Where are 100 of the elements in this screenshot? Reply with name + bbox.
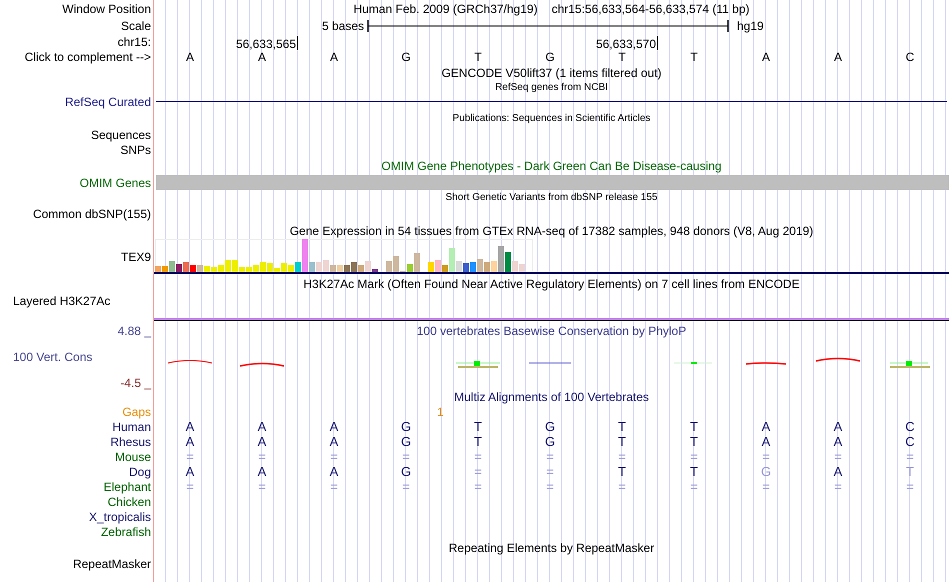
aligned-base: = (330, 450, 338, 463)
aligned-base: A (186, 435, 194, 448)
aligned-base: G (400, 435, 412, 448)
species-label[interactable]: Rhesus (110, 436, 151, 448)
track-label[interactable]: Sequences (90, 128, 151, 140)
species-label[interactable]: Chicken (108, 496, 151, 508)
base-letter[interactable]: A (186, 51, 194, 63)
aligned-base: G (544, 435, 556, 448)
aligned-base: A (258, 420, 266, 433)
aligned-base: = (906, 450, 914, 463)
track-label[interactable]: RefSeq Curated (64, 96, 151, 108)
aligned-base: = (834, 480, 842, 493)
track-title: Short Genetic Variants from dbSNP release 155 (446, 193, 658, 203)
track-label[interactable]: RepeatMasker (72, 558, 151, 570)
aligned-base: = (618, 480, 626, 493)
track-label[interactable]: TEX9 (120, 250, 151, 262)
aligned-base: = (762, 450, 770, 463)
scale-assembly: hg19 (737, 20, 764, 32)
aligned-base: = (258, 480, 266, 493)
aligned-base: = (762, 480, 770, 493)
aligned-base: T (690, 435, 698, 448)
aligned-base: A (258, 465, 266, 478)
aligned-base: = (618, 450, 626, 463)
aligned-base: A (762, 420, 770, 433)
track-label[interactable]: OMIM Genes (80, 176, 151, 188)
base-letter[interactable]: T (474, 51, 482, 63)
track-title: Repeating Elements by RepeatMasker (448, 542, 654, 554)
aligned-base: A (186, 465, 194, 478)
track-label[interactable]: chr15: (118, 36, 151, 48)
aligned-base: C (905, 435, 915, 448)
base-letter[interactable]: C (906, 51, 914, 63)
track-label[interactable]: Common dbSNP(155) (32, 208, 151, 220)
aligned-base: G (400, 420, 412, 433)
aligned-base: = (186, 480, 194, 493)
aligned-base: = (330, 480, 338, 493)
species-label[interactable]: Dog (128, 466, 151, 478)
track-label[interactable]: Scale (120, 20, 151, 32)
aligned-base: = (546, 465, 554, 478)
aligned-base: = (834, 450, 842, 463)
aligned-base: A (330, 465, 338, 478)
base-letter[interactable]: T (690, 51, 698, 63)
aligned-base: G (544, 420, 556, 433)
aligned-base: = (474, 480, 482, 493)
track-title: OMIM Gene Phenotypes - Dark Green Can Be Disease-causing (381, 160, 722, 172)
aligned-base: C (905, 420, 915, 433)
aligned-base: = (186, 450, 194, 463)
track-title: 100 vertebrates Basewise Conservation by PhyloP (416, 325, 686, 337)
scale-length: 5 bases (322, 20, 364, 32)
track-label[interactable]: 100 Vert. Cons (13, 351, 92, 363)
position-tick: 56,633,565 (236, 36, 298, 50)
track-title: RefSeq genes from NCBI (495, 82, 608, 92)
track-title: GENCODE V50lift37 (1 items filtered out) (441, 66, 662, 78)
track-title: Publications: Sequences in Scientific Articles (452, 114, 650, 124)
aligned-base: = (546, 480, 554, 493)
aligned-base: A (834, 420, 842, 433)
species-label[interactable]: Mouse (114, 450, 151, 462)
aligned-base: = (690, 480, 698, 493)
aligned-base: = (402, 480, 410, 493)
position-tick: 56,633,570 (596, 36, 658, 50)
position-range: chr15:56,633,564-56,633,574 (11 bp) (552, 2, 750, 14)
species-label[interactable]: X_tropicalis (88, 510, 151, 522)
aligned-base: G (400, 465, 412, 478)
aligned-base: A (762, 435, 770, 448)
aligned-base: = (690, 450, 698, 463)
base-letter[interactable]: G (401, 51, 411, 63)
aligned-base: T (618, 420, 626, 433)
base-letter[interactable]: T (618, 51, 626, 63)
base-letter[interactable]: A (762, 51, 770, 63)
aligned-base: A (330, 435, 338, 448)
aligned-base: A (186, 420, 194, 433)
aligned-base: T (906, 465, 914, 478)
track-label[interactable]: Layered H3K27Ac (13, 295, 110, 307)
aligned-base: = (546, 450, 554, 463)
track-title: Gene Expression in 54 tissues from GTEx RNA-seq of 17382 samples, 948 donors (V8, Aug 2019) (290, 224, 814, 236)
track-label[interactable]: Window Position (62, 2, 151, 14)
track-title: Multiz Alignments of 100 Vertebrates (454, 391, 649, 403)
track-label[interactable]: SNPs (120, 144, 151, 156)
base-letter[interactable]: A (834, 51, 842, 63)
aligned-base: T (474, 435, 482, 448)
species-label[interactable]: Zebrafish (100, 526, 151, 538)
aligned-base: G (760, 465, 772, 478)
aligned-base: = (474, 465, 482, 478)
aligned-base: = (258, 450, 266, 463)
aligned-base: A (834, 435, 842, 448)
aligned-base: T (690, 420, 698, 433)
axis-min: -4.5 _ (120, 377, 151, 389)
aligned-base: T (690, 465, 698, 478)
aligned-base: = (402, 450, 410, 463)
assembly-name: Human Feb. 2009 (GRCh37/hg19) (353, 2, 538, 14)
base-letter[interactable]: G (545, 51, 555, 63)
species-label[interactable]: Elephant (104, 480, 151, 492)
aligned-base: A (330, 420, 338, 433)
base-letter[interactable]: A (258, 51, 266, 63)
aligned-base: = (474, 450, 482, 463)
track-title: H3K27Ac Mark (Often Found Near Active Regulatory Elements) on 7 cell lines from ENCODE (303, 278, 800, 290)
track-label[interactable]: Click to complement --> (24, 51, 151, 63)
species-label[interactable]: Human (112, 420, 151, 432)
aligned-base: = (906, 480, 914, 493)
base-letter[interactable]: A (330, 51, 338, 63)
gap-count: 1 (437, 406, 444, 418)
